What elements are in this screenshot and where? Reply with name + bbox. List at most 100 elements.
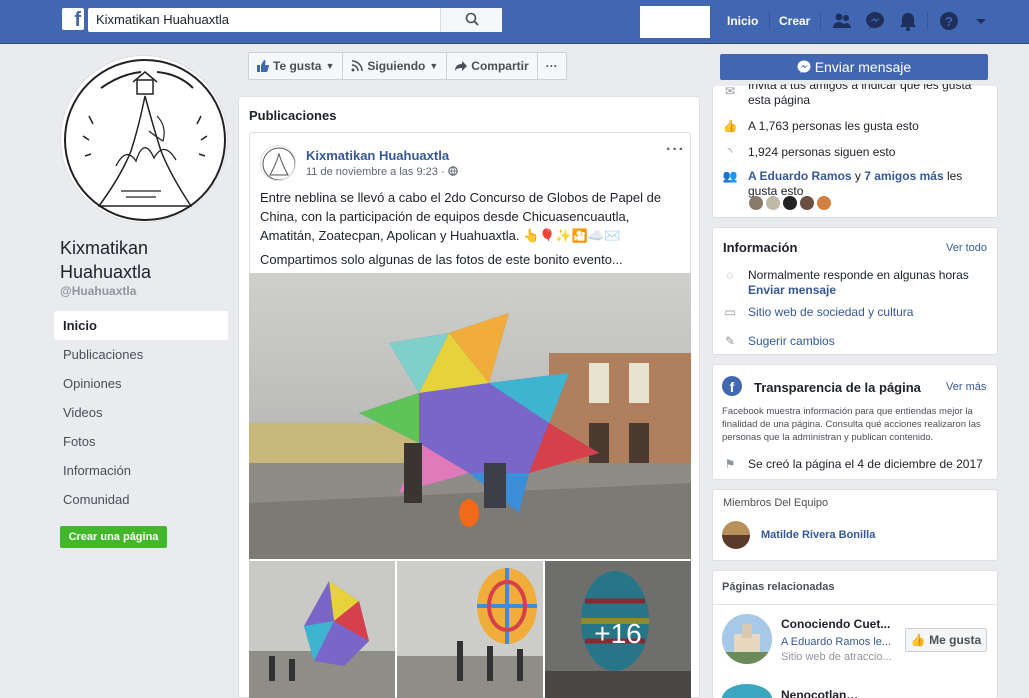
suggest-edits-link[interactable]: Sugerir cambios: [748, 334, 835, 349]
like-page-label: Te gusta: [273, 59, 322, 73]
friend-avatar[interactable]: [817, 196, 831, 210]
followers-count-row: ◝ 1,924 personas siguen esto: [722, 145, 896, 160]
thumbs-up-icon: [257, 60, 269, 72]
thumbs-up-icon: 👍: [722, 119, 738, 133]
sidebar-item-informacion[interactable]: Información: [54, 456, 228, 485]
create-page-button[interactable]: Crear una página: [60, 526, 167, 548]
related-page-name[interactable]: Conociendo Cuet...: [781, 617, 890, 631]
share-arrow-icon: [455, 61, 468, 71]
transparency-see-more-link[interactable]: Ver más: [946, 381, 986, 393]
page-logo-drawing: [64, 59, 226, 221]
suggest-edits-row: ✎ Sugerir cambios: [722, 334, 835, 349]
page-profile-picture[interactable]: [60, 55, 228, 223]
balloon-thumbnail-1: [249, 561, 395, 698]
sidebar-item-opiniones[interactable]: Opiniones: [54, 369, 228, 398]
sidebar-item-publicaciones[interactable]: Publicaciones: [54, 340, 228, 369]
page-created-text: Se creó la página el 4 de diciembre de 2…: [748, 457, 983, 471]
balloon-thumbnail-2: [397, 561, 543, 698]
search-button[interactable]: [440, 8, 502, 32]
related-page-like-button[interactable]: 👍 Me gusta: [905, 628, 987, 652]
friends-connector: y: [851, 169, 865, 183]
nav-divider: [769, 12, 770, 30]
post-main-photo[interactable]: [249, 273, 691, 559]
friends-icon: 👥: [722, 169, 738, 183]
facebook-logo-icon[interactable]: f: [62, 8, 84, 31]
post-options-button[interactable]: ···: [666, 141, 685, 159]
friend-requests-icon[interactable]: [831, 10, 853, 32]
info-see-all-link[interactable]: Ver todo: [946, 242, 987, 254]
related-page-2-name[interactable]: Nenocotlan…: [781, 688, 858, 698]
rss-follow-icon: [351, 60, 364, 72]
post-timestamp[interactable]: 11 de noviembre a las 9:23 ·: [306, 166, 458, 178]
sidebar-navigation: Inicio Publicaciones Opiniones Videos Fo…: [54, 311, 228, 514]
divider: [713, 604, 997, 605]
page-handle[interactable]: @Huahuaxtla: [60, 284, 136, 298]
help-icon[interactable]: ?: [938, 10, 960, 32]
more-photos-count[interactable]: +16: [545, 561, 691, 698]
svg-text:?: ?: [945, 14, 953, 29]
page-title-line1: Kixmatikan: [60, 238, 149, 258]
church-thumbnail: [722, 614, 772, 664]
friends-avatars: [749, 196, 831, 210]
page-action-bar: Te gusta ▼ Siguiendo ▼ Compartir ···: [248, 52, 567, 80]
related-page-friend-text: A Eduardo Ramos le...: [781, 636, 891, 648]
info-card-title: Información: [723, 240, 798, 255]
flag-icon: ⚑: [724, 457, 736, 471]
post-author-avatar[interactable]: [260, 145, 296, 181]
transparency-description: Facebook muestra información para que en…: [722, 406, 981, 443]
nav-create-link[interactable]: Crear: [779, 14, 810, 28]
sidebar-item-fotos[interactable]: Fotos: [54, 427, 228, 456]
category-link[interactable]: Sitio web de sociedad y cultura: [748, 305, 913, 320]
notifications-bell-icon[interactable]: [897, 10, 919, 32]
sidebar-item-comunidad[interactable]: Comunidad: [54, 485, 228, 514]
response-time-text: Normalmente responde en algunas horas: [748, 268, 969, 282]
facebook-circle-icon: f: [722, 376, 742, 396]
friend-avatar[interactable]: [749, 196, 763, 210]
friend-avatar[interactable]: [800, 196, 814, 210]
related-pages-title: Páginas relacionadas: [722, 581, 835, 593]
invite-friends-text: Invita a tus amigos a indicar que les gu…: [748, 84, 972, 107]
messenger-icon: [797, 60, 811, 73]
post-body-text: Entre neblina se llevó a cabo el 2do Con…: [260, 190, 662, 243]
related-page-like-label: Me gusta: [929, 633, 982, 647]
top-navigation-bar: f Kixmatikan Huahuaxtla Inicio Crear ?: [0, 0, 1029, 44]
pencil-icon: ✎: [724, 334, 736, 348]
followers-count-text: 1,924 personas siguen esto: [748, 145, 896, 159]
following-button[interactable]: Siguiendo ▼: [343, 53, 448, 79]
post-author-name[interactable]: Kixmatikan Huahuaxtla: [306, 148, 449, 163]
globe-icon: [447, 166, 458, 176]
page-created-row: ⚑ Se creó la página el 4 de diciembre de…: [722, 457, 983, 472]
rss-follow-icon: ◝: [727, 145, 733, 159]
nav-divider: [927, 12, 928, 30]
related-page-friend-link[interactable]: A Eduardo Ramos le...: [781, 636, 891, 648]
messenger-icon[interactable]: [864, 10, 886, 32]
send-message-link[interactable]: Enviar mensaje: [748, 283, 836, 297]
posts-section-title: Publicaciones: [249, 108, 337, 123]
friend-avatar[interactable]: [783, 196, 797, 210]
sidebar-item-videos[interactable]: Videos: [54, 398, 228, 427]
post-photo-thumb-2[interactable]: [397, 561, 543, 698]
profile-placeholder[interactable]: [640, 6, 710, 38]
team-member-name[interactable]: Matilde Rivera Bonilla: [761, 529, 875, 541]
send-message-button[interactable]: Enviar mensaje: [720, 54, 988, 80]
more-friends-link[interactable]: 7 amigos más: [864, 169, 943, 183]
like-page-button[interactable]: Te gusta ▼: [249, 53, 344, 79]
page-title: Kixmatikan Huahuaxtla: [60, 236, 230, 284]
friend-link[interactable]: A Eduardo Ramos: [748, 169, 852, 183]
category-row: ▭ Sitio web de sociedad y cultura: [722, 305, 913, 320]
share-button[interactable]: Compartir: [447, 53, 538, 79]
sidebar-item-inicio[interactable]: Inicio: [54, 311, 228, 340]
chevron-down-icon[interactable]: [970, 10, 992, 32]
nav-home-link[interactable]: Inicio: [727, 14, 758, 28]
team-members-title: Miembros Del Equipo: [723, 497, 829, 509]
following-label: Siguiendo: [367, 59, 426, 73]
paper-balloon-photo: [249, 273, 691, 559]
post-photo-thumb-1[interactable]: [249, 561, 395, 698]
more-options-button[interactable]: ···: [538, 53, 566, 79]
response-time-row: ◌ Normalmente responde en algunas horas …: [722, 268, 988, 298]
team-member-avatar[interactable]: [722, 521, 750, 549]
invite-friends-row[interactable]: ✉ Invita a tus amigos a indicar que les …: [722, 84, 978, 110]
friend-avatar[interactable]: [766, 196, 780, 210]
related-page-avatar[interactable]: [722, 614, 772, 664]
nav-divider: [820, 12, 821, 30]
